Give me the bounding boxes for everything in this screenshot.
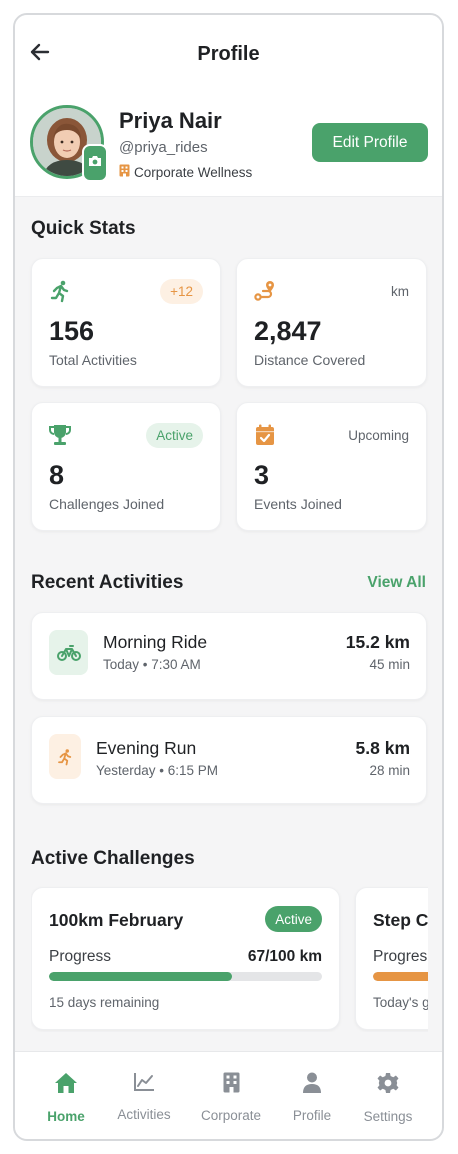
gear-icon [377, 1072, 399, 1099]
stat-badge: Active [146, 423, 203, 448]
app-screen: Profile Priya Nair @priya_rides Corporat… [13, 13, 444, 1141]
recent-activities-title: Recent Activities [31, 572, 184, 593]
organization-label: Corporate Wellness [134, 164, 253, 180]
quick-stats-title: Quick Stats [31, 218, 136, 239]
challenge-title: Step C [373, 910, 428, 930]
nav-item-corporate[interactable]: Corporate [191, 1072, 271, 1123]
edit-profile-button[interactable]: Edit Profile [312, 123, 428, 162]
stat-badge: +12 [160, 279, 203, 304]
avatar-container [30, 105, 108, 182]
stat-badge: km [391, 284, 409, 299]
activity-distance: 5.8 km [355, 738, 410, 758]
challenge-footer: Today's g [373, 995, 428, 1010]
activity-title: Morning Ride [103, 632, 208, 652]
challenges-carousel[interactable]: 100km February Active Progress 67/100 km… [31, 886, 428, 1032]
stat-label: Total Activities [49, 352, 137, 368]
top-bar: Profile [15, 15, 442, 95]
view-all-link[interactable]: View All [367, 574, 426, 592]
page-title: Profile [197, 43, 260, 65]
running-icon [49, 734, 81, 779]
nav-item-activities[interactable]: Activities [104, 1072, 184, 1122]
progress-value: 67/100 km [247, 948, 322, 965]
activity-title: Evening Run [96, 738, 197, 758]
activity-item[interactable]: Morning Ride Today • 7:30 AM 15.2 km 45 … [31, 612, 427, 700]
activity-item[interactable]: Evening Run Yesterday • 6:15 PM 5.8 km 2… [31, 716, 427, 804]
stat-card-events[interactable]: Upcoming 3 Events Joined [236, 402, 427, 531]
stat-value: 3 [254, 460, 270, 490]
challenge-card[interactable]: Step C Progres Today's g [355, 887, 428, 1030]
nav-item-profile[interactable]: Profile [272, 1072, 352, 1123]
organization: Corporate Wellness [119, 164, 252, 180]
progress-bar [373, 972, 428, 981]
camera-button[interactable] [82, 144, 108, 182]
nav-label: Settings [363, 1109, 413, 1124]
progress-bar [49, 972, 322, 981]
activity-subtitle: Today • 7:30 AM [103, 657, 201, 672]
stat-card-challenges[interactable]: Active 8 Challenges Joined [31, 402, 221, 531]
activity-distance: 15.2 km [345, 632, 410, 652]
stat-label: Distance Covered [254, 352, 366, 368]
stat-card-distance[interactable]: km 2,847 Distance Covered [236, 258, 427, 387]
bicycle-icon [49, 630, 88, 675]
running-icon [48, 279, 72, 303]
chart-line-icon [133, 1072, 155, 1097]
stat-value: 8 [49, 460, 65, 490]
activity-subtitle: Yesterday • 6:15 PM [96, 763, 219, 778]
building-icon [223, 1072, 240, 1098]
route-icon [253, 279, 277, 303]
progress-bar-fill [373, 972, 428, 981]
challenge-card[interactable]: 100km February Active Progress 67/100 km… [31, 887, 340, 1030]
challenge-title: 100km February [49, 910, 184, 930]
nav-item-home[interactable]: Home [26, 1072, 106, 1124]
profile-name: Priya Nair [119, 108, 222, 133]
trophy-icon [48, 423, 72, 447]
profile-header: Priya Nair @priya_rides Corporate Wellne… [15, 95, 442, 197]
nav-label: Activities [117, 1107, 171, 1122]
stat-badge: Upcoming [348, 428, 409, 443]
user-icon [302, 1072, 322, 1098]
building-icon [119, 164, 130, 180]
progress-label: Progres [373, 948, 428, 965]
stat-label: Events Joined [254, 496, 342, 512]
challenge-footer: 15 days remaining [49, 995, 160, 1010]
progress-bar-fill [49, 972, 232, 981]
stat-value: 2,847 [254, 316, 322, 346]
stat-value: 156 [49, 316, 95, 346]
home-icon [54, 1072, 78, 1099]
activity-duration: 45 min [369, 657, 410, 672]
active-challenges-title: Active Challenges [31, 848, 195, 869]
nav-item-settings[interactable]: Settings [348, 1072, 428, 1124]
nav-label: Profile [292, 1108, 332, 1123]
camera-icon [88, 154, 102, 172]
profile-handle: @priya_rides [119, 139, 208, 156]
progress-label: Progress [49, 948, 112, 965]
stat-card-activities[interactable]: +12 156 Total Activities [31, 258, 221, 387]
bottom-navigation: Home Activities Corporate Profile Settin… [15, 1051, 442, 1139]
nav-label: Home [47, 1109, 85, 1124]
calendar-check-icon [253, 423, 277, 447]
activity-duration: 28 min [369, 763, 410, 778]
challenge-status-badge: Active [265, 906, 322, 932]
nav-label: Corporate [200, 1108, 262, 1123]
stat-label: Challenges Joined [49, 496, 165, 512]
